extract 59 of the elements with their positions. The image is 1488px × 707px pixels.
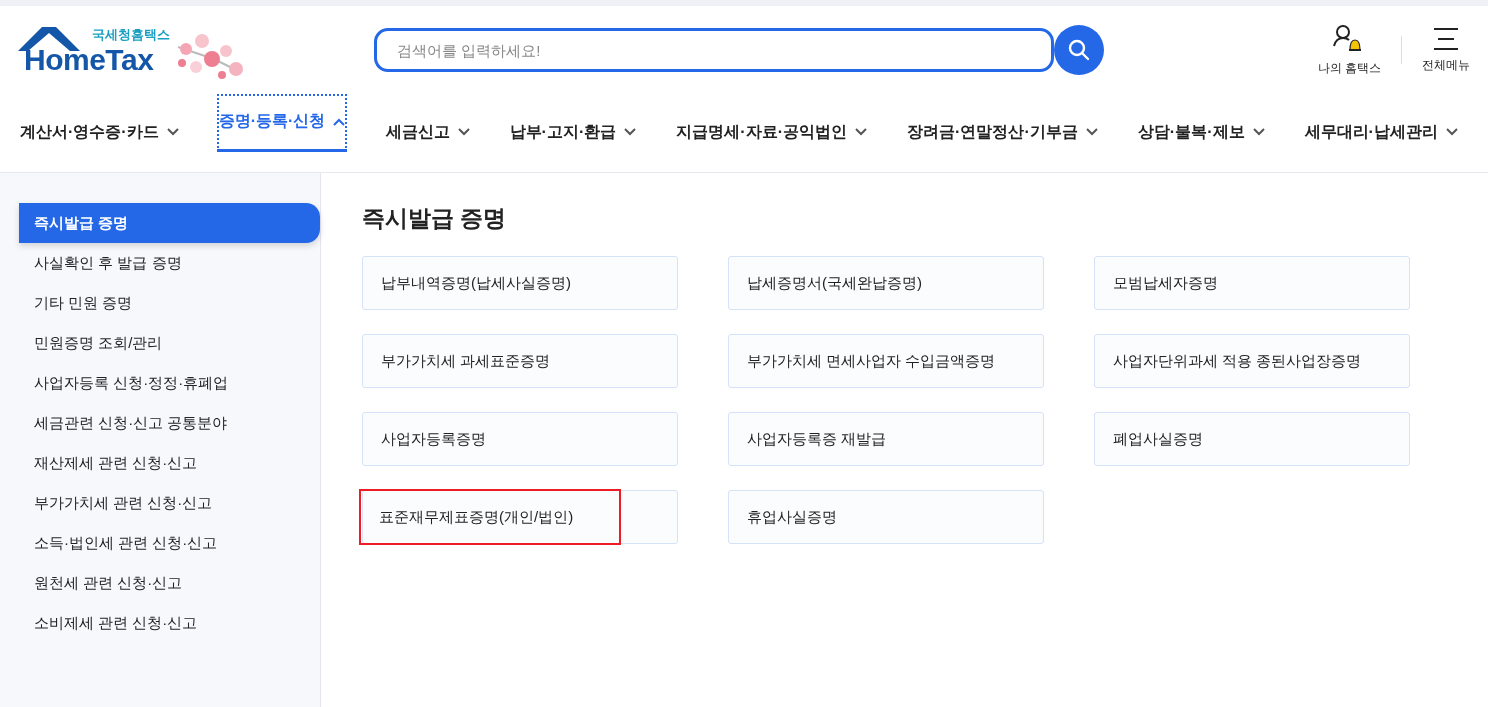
- card-label: 사업자단위과세 적용 종된사업장증명: [1112, 350, 1363, 371]
- sidebar-item[interactable]: 사실확인 후 발급 증명: [19, 243, 320, 283]
- sidebar-item[interactable]: 재산제세 관련 신청·신고: [19, 443, 320, 483]
- hometax-logo[interactable]: 국세청홈택스 HomeTax: [18, 25, 254, 81]
- certificate-card[interactable]: 폐업사실증명: [1094, 412, 1410, 466]
- header-link[interactable]: 나의 홈택스: [1317, 23, 1381, 77]
- card-label: 부가가치세 면세사업자 수입금액증명: [746, 350, 997, 371]
- certificate-card[interactable]: 사업자단위과세 적용 종된사업장증명: [1094, 334, 1410, 388]
- card-label: 모범납세자증명: [1112, 272, 1219, 293]
- chevron-down-icon: [624, 128, 637, 136]
- card-label: 부가가치세 과세표준증명: [380, 350, 552, 371]
- sidebar-item[interactable]: 기타 민원 증명: [19, 283, 320, 323]
- sidebar-item[interactable]: 즉시발급 증명: [19, 203, 320, 243]
- nav-tab[interactable]: 세무대리·납세관리: [1302, 94, 1460, 170]
- certificate-card[interactable]: 부가가치세 면세사업자 수입금액증명: [728, 334, 1044, 388]
- section-title: 즉시발급 증명: [362, 204, 508, 233]
- card-label: 표준재무제표증명(개인/법인): [359, 489, 622, 545]
- chevron-down-icon: [855, 128, 867, 136]
- card-label: 폐업사실증명: [1112, 428, 1204, 449]
- certificate-card[interactable]: 사업자등록증 재발급: [728, 412, 1044, 466]
- certificate-card[interactable]: 납세증명서(국세완납증명): [728, 256, 1044, 310]
- certificate-card[interactable]: 표준재무제표증명(개인/법인): [362, 490, 678, 544]
- certificate-card[interactable]: 부가가치세 과세표준증명: [362, 334, 678, 388]
- nav-tab[interactable]: 장려금·연말정산·기부금: [905, 94, 1100, 170]
- chevron-down-icon: [457, 128, 470, 136]
- chevron-down-icon: [1085, 128, 1098, 136]
- sidebar-item[interactable]: 사업자등록 신청·정정·휴폐업: [19, 363, 320, 403]
- search-icon: [1067, 38, 1091, 62]
- certificate-card[interactable]: 모범납세자증명: [1094, 256, 1410, 310]
- nav-tab[interactable]: 세금신고: [383, 94, 472, 170]
- card-label: 휴업사실증명: [746, 506, 838, 527]
- sidebar-item[interactable]: 민원증명 조회/관리: [19, 323, 320, 363]
- chevron-down-icon: [1252, 128, 1265, 136]
- certificate-card[interactable]: 사업자등록증명: [362, 412, 678, 466]
- nav-tab[interactable]: 계산서·영수증·카드: [18, 94, 181, 170]
- logo-subtitle: 국세청홈택스: [92, 26, 170, 44]
- card-label: 납세증명서(국세완납증명): [746, 272, 923, 293]
- nav-tab[interactable]: 지급명세·자료·공익법인: [674, 94, 869, 170]
- sidebar-item[interactable]: 세금관련 신청·신고 공통분야: [19, 403, 320, 443]
- search-button[interactable]: [1054, 25, 1104, 75]
- header-link[interactable]: 전체메뉴: [1422, 26, 1470, 74]
- card-label: 납부내역증명(납세사실증명): [380, 272, 572, 293]
- card-label: 사업자등록증 재발급: [746, 428, 888, 449]
- search-field[interactable]: 검색어를 입력하세요!: [374, 28, 1054, 72]
- logo-wordmark: HomeTax: [24, 43, 154, 77]
- menu-icon: [1432, 26, 1460, 51]
- chevron-down-icon: [1445, 128, 1458, 136]
- sidebar-item[interactable]: 부가가치세 관련 신청·신고: [19, 483, 320, 523]
- certificate-card[interactable]: 납부내역증명(납세사실증명): [362, 256, 678, 310]
- certificate-card[interactable]: 휴업사실증명: [728, 490, 1044, 544]
- sidebar-item[interactable]: 원천세 관련 신청·신고: [19, 563, 320, 603]
- sidebar-item[interactable]: 소비제세 관련 신청·신고: [19, 603, 320, 643]
- nav-tab[interactable]: 증명·등록·신청: [216, 94, 348, 152]
- card-label: 사업자등록증명: [380, 428, 487, 449]
- chevron-down-icon: [166, 128, 179, 136]
- nav-tab[interactable]: 납부·고지·환급: [507, 94, 639, 170]
- sidebar-item[interactable]: 소득·법인세 관련 신청·신고: [19, 523, 320, 563]
- chevron-up-icon: [333, 117, 346, 126]
- nav-tab[interactable]: 상담·불복·제보: [1135, 94, 1267, 170]
